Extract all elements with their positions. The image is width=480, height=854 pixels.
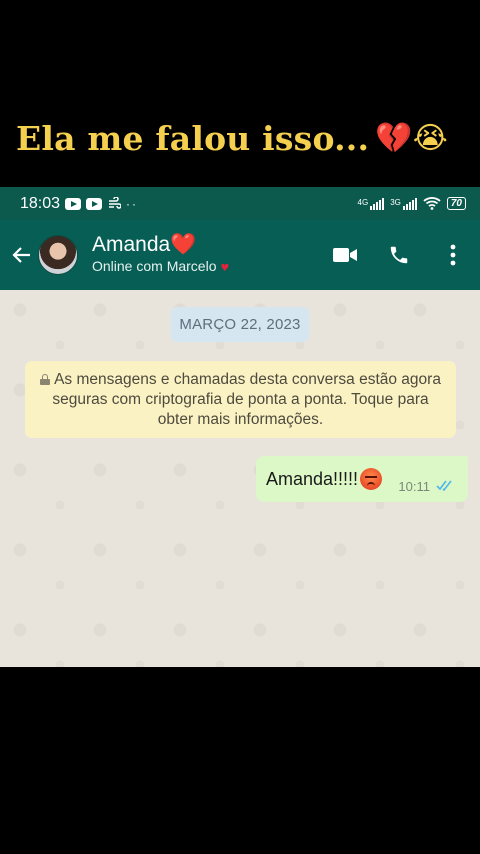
lock-icon [40,374,51,385]
battery-icon: 70 [446,197,466,210]
contact-avatar[interactable] [38,235,78,275]
contact-info[interactable]: Amanda❤️ Online com Marcelo ♥ [92,232,229,278]
contact-name: Amanda [92,233,171,256]
date-chip: MARÇO 22, 2023 [170,307,310,342]
signal-1-icon: 4G [357,197,385,210]
signal-2-icon: 3G [390,197,417,210]
message-text: Amanda!!!!! [266,468,359,489]
youtube-notification-icon [65,197,82,210]
caption-emojis: 💔😭 [375,120,448,156]
encryption-notice-text: As mensagens e chamadas desta conversa e… [52,371,441,428]
youtube-notification-icon-2 [86,197,103,210]
whatsapp-screen: 18:03 ·· 4G 3G 70 Amanda❤️ Online com Ma… [0,187,480,667]
more-options-icon[interactable] [440,242,466,268]
encryption-notice[interactable]: As mensagens e chamadas desta conversa e… [25,361,456,438]
status-bar: 18:03 ·· 4G 3G 70 [0,187,480,220]
small-heart-emoji: ♥ [220,263,230,274]
chat-area[interactable]: MARÇO 22, 2023 As mensagens e chamadas d… [0,290,480,667]
video-caption: Ela me falou isso... 💔😭 [0,112,480,164]
caption-text: Ela me falou isso... [16,118,370,158]
wind-notification-icon [107,196,122,211]
video-call-icon[interactable] [332,242,358,268]
network-2-label: 3G [390,197,401,207]
message-time: 10:11 [398,479,430,494]
more-notifications-icon: ·· [126,196,139,211]
wifi-icon [423,196,441,212]
network-1-label: 4G [357,197,369,207]
angry-face-icon [360,468,383,490]
outgoing-message[interactable]: Amanda!!!!! 10:11 [256,456,468,502]
heart-emoji: ❤️ [170,232,197,256]
back-arrow-icon[interactable] [10,243,34,267]
chat-header: Amanda❤️ Online com Marcelo ♥ [0,220,480,290]
read-ticks-icon [436,479,454,494]
status-time: 18:03 [20,194,61,212]
voice-call-icon[interactable] [386,242,412,268]
contact-status: Online com Marcelo [92,258,217,274]
